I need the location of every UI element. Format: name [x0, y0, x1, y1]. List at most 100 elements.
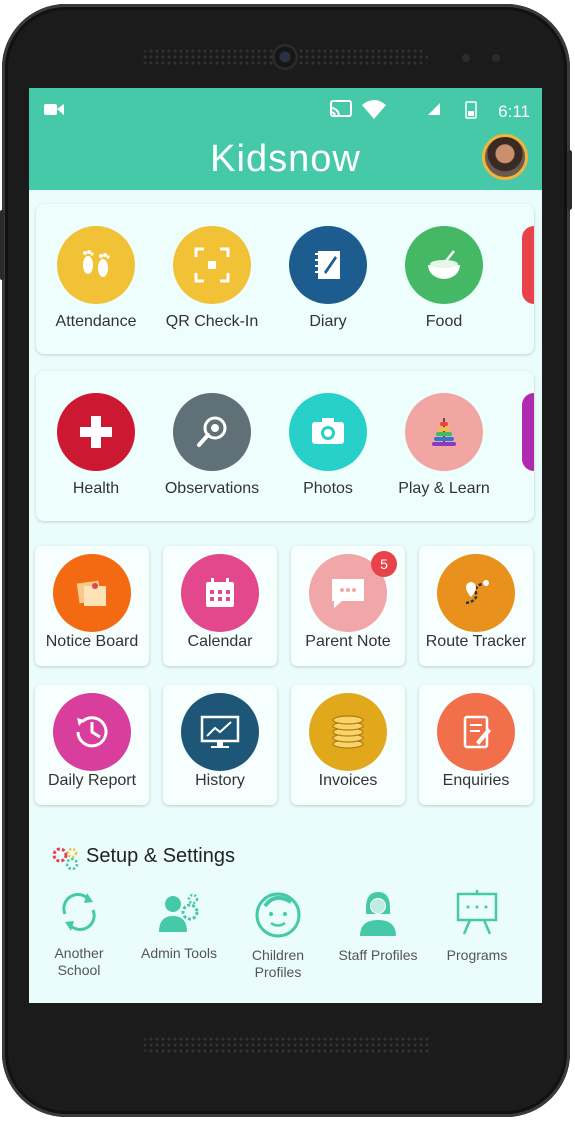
coins-icon	[332, 715, 364, 749]
tile-label: QR Check-In	[165, 313, 259, 330]
tile-label: History	[195, 772, 245, 789]
footprints-icon	[83, 250, 110, 277]
tile-calendar[interactable]: Calendar	[163, 546, 277, 666]
route-tracker-icon-circle	[437, 554, 515, 632]
tile-notice-board[interactable]: Notice Board	[35, 546, 149, 666]
tile-observations[interactable]: Observations	[157, 393, 267, 498]
setup-settings-title: Setup & Settings	[86, 845, 235, 867]
signal-icon	[428, 103, 440, 115]
ring-stack-toy-icon	[432, 418, 456, 446]
food-icon-circle	[405, 226, 483, 304]
app-bar: Kidsnow	[29, 132, 542, 190]
notice-board-icon-circle	[53, 554, 131, 632]
tile-label: Play & Learn	[398, 480, 490, 497]
sensor	[462, 54, 470, 62]
partial-tile-circle	[522, 226, 534, 304]
tile-label: Parent Note	[305, 633, 391, 650]
app-screen: 6:11 Kidsnow Attendance QR Check-In Diar…	[29, 88, 542, 1003]
play-learn-icon-circle	[405, 393, 483, 471]
setup-another-school[interactable]: Another School	[29, 888, 129, 979]
tile-play-learn[interactable]: Play & Learn	[389, 393, 499, 498]
health-icon-circle	[57, 393, 135, 471]
tile-parent-note[interactable]: 5 Parent Note	[291, 546, 405, 666]
route-map-icon	[465, 580, 489, 605]
tile-diary[interactable]: Diary	[273, 226, 383, 331]
quick-actions-card-2: Health Observations Photos Play & Learn	[36, 371, 534, 521]
tile-label: Enquiries	[442, 772, 510, 789]
attendance-icon	[57, 226, 135, 304]
tile-health[interactable]: Health	[41, 393, 151, 498]
tile-label: Notice Board	[45, 633, 139, 650]
calendar-icon-circle	[181, 554, 259, 632]
cast-icon	[330, 100, 352, 117]
staff-person-icon	[360, 892, 396, 936]
notebook-pen-icon	[463, 715, 491, 749]
tile-label: Daily Report	[47, 772, 137, 789]
setup-staff-profiles[interactable]: Staff Profiles	[328, 888, 428, 964]
invoices-icon-circle	[309, 693, 387, 771]
diary-icon-circle	[289, 226, 367, 304]
wifi-icon	[362, 100, 386, 119]
board-easel-icon	[456, 890, 498, 935]
qr-scan-icon	[194, 247, 230, 283]
tile-label: Health	[72, 480, 120, 497]
setup-label: Admin Tools	[140, 945, 217, 961]
notice-board-icon	[76, 580, 106, 606]
tile-food[interactable]: Food	[389, 226, 499, 331]
status-bar: 6:11	[29, 88, 542, 132]
chart-monitor-icon	[200, 715, 240, 748]
volume-button	[0, 210, 4, 280]
front-camera	[272, 44, 298, 70]
setup-label: Staff Profiles	[338, 947, 418, 963]
partial-tile-circle	[522, 393, 534, 471]
calendar-icon	[206, 578, 234, 607]
tile-label: Diary	[309, 313, 347, 330]
magnifier-icon	[197, 416, 227, 447]
sync-icon	[62, 893, 96, 931]
battery-icon	[465, 101, 477, 119]
tile-attendance[interactable]: Attendance	[41, 226, 151, 331]
tile-label: Calendar	[187, 633, 253, 650]
tile-route-tracker[interactable]: Route Tracker	[419, 546, 533, 666]
setup-label: Children	[251, 947, 305, 963]
tile-label: Invoices	[318, 772, 378, 789]
user-avatar[interactable]	[482, 134, 528, 180]
setup-label-line2: Profiles	[254, 964, 302, 980]
tile-label: Food	[425, 313, 463, 330]
setup-children-profiles[interactable]: Children Profiles	[228, 888, 328, 981]
bottom-speaker	[142, 1036, 432, 1054]
admin-tools-icon	[159, 893, 199, 932]
app-title: Kidsnow	[210, 138, 361, 180]
power-button	[567, 150, 572, 210]
notification-badge: 5	[371, 551, 397, 577]
tile-daily-report[interactable]: Daily Report	[35, 685, 149, 805]
enquiries-icon-circle	[437, 693, 515, 771]
daily-report-icon-circle	[53, 693, 131, 771]
photos-icon-circle	[289, 393, 367, 471]
setup-label: Another	[54, 945, 104, 961]
setup-programs[interactable]: Programs	[427, 888, 527, 964]
setup-label: Programs	[446, 947, 508, 963]
tile-label: Attendance	[55, 313, 137, 330]
history-icon-circle	[181, 693, 259, 771]
tile-label: Route Tracker	[425, 633, 527, 650]
tile-qr-check-in[interactable]: QR Check-In	[157, 226, 267, 331]
tile-history[interactable]: History	[163, 685, 277, 805]
sensor	[492, 54, 500, 62]
gears-icon	[52, 847, 79, 871]
setup-admin-tools[interactable]: Admin Tools	[129, 888, 229, 962]
quick-actions-card-1: Attendance QR Check-In Diary Food	[36, 204, 534, 354]
video-camera-icon	[44, 104, 64, 115]
chat-bubble-icon	[332, 579, 364, 608]
setup-label-line2: School	[57, 962, 101, 978]
tile-photos[interactable]: Photos	[273, 393, 383, 498]
food-bowl-icon	[428, 250, 460, 279]
tile-invoices[interactable]: Invoices	[291, 685, 405, 805]
camera-icon	[312, 418, 344, 444]
tile-label: Observations	[164, 480, 260, 497]
status-time: 6:11	[498, 102, 530, 121]
tile-enquiries[interactable]: Enquiries	[419, 685, 533, 805]
observations-icon-circle	[173, 393, 251, 471]
diary-icon	[315, 251, 340, 279]
tile-label: Photos	[303, 480, 353, 497]
